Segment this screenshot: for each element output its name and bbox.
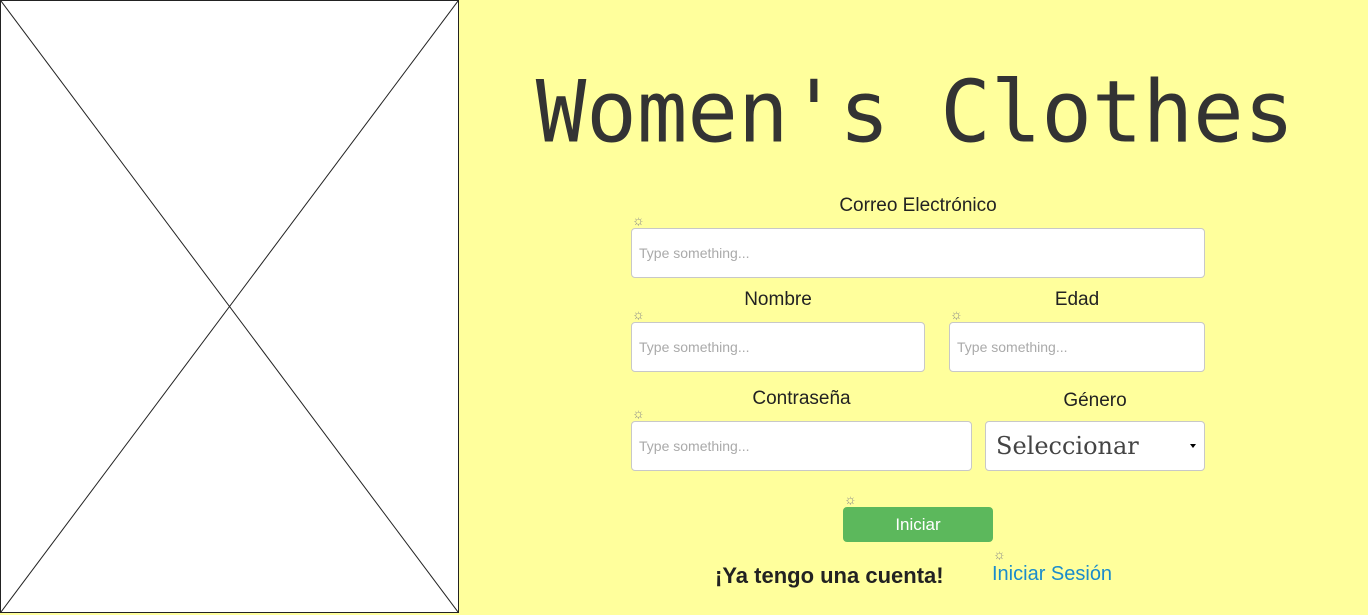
submit-button[interactable]: Iniciar — [843, 507, 993, 542]
password-label: Contraseña — [752, 388, 851, 409]
gender-select[interactable]: Seleccionar — [985, 421, 1205, 471]
page-title: Women's Clothes — [535, 62, 1295, 162]
name-field[interactable] — [631, 322, 925, 372]
gear-icon: ☼ — [632, 306, 645, 322]
chevron-down-icon — [1190, 444, 1196, 448]
gender-select-value: Seleccionar — [996, 432, 1139, 460]
name-label: Nombre — [744, 289, 812, 310]
gear-icon: ☼ — [844, 491, 857, 507]
gear-icon: ☼ — [632, 405, 645, 421]
email-label: Correo Electrónico — [839, 195, 997, 216]
gear-icon: ☼ — [632, 212, 645, 228]
login-link[interactable]: Iniciar Sesión — [992, 563, 1112, 586]
have-account-text: ¡Ya tengo una cuenta! — [715, 563, 944, 588]
password-field[interactable] — [631, 421, 972, 471]
age-label: Edad — [1054, 289, 1100, 310]
email-field[interactable] — [631, 228, 1205, 278]
age-field[interactable] — [949, 322, 1205, 372]
image-placeholder — [0, 0, 459, 613]
gender-label: Género — [1063, 390, 1127, 411]
gear-icon: ☼ — [993, 546, 1006, 562]
gear-icon: ☼ — [950, 306, 963, 322]
signup-page: Women's Clothes Correo Electrónico ☼ Nom… — [0, 0, 1368, 615]
image-placeholder-icon — [1, 1, 458, 612]
